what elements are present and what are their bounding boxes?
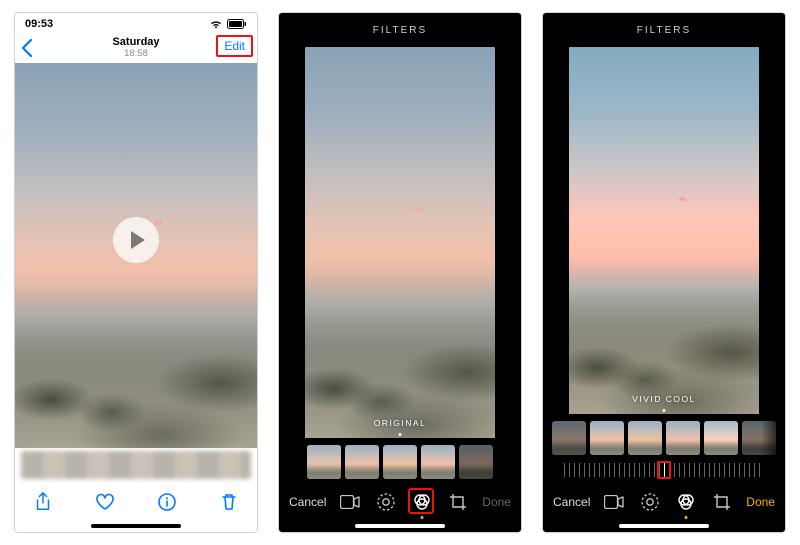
edit-photo-preview[interactable]: VIVID COOL bbox=[569, 47, 759, 414]
status-time: 09:53 bbox=[25, 18, 53, 30]
adjust-tool-icon[interactable] bbox=[639, 491, 661, 513]
filter-indicator-dot bbox=[663, 409, 666, 412]
bottom-toolbar bbox=[15, 482, 257, 522]
edit-header: FILTERS bbox=[543, 13, 785, 47]
edit-filters-vividcool-screen: FILTERS VIVID COOL Cancel bbox=[542, 12, 786, 533]
annotation-highlight bbox=[657, 461, 671, 479]
filter-thumb[interactable] bbox=[345, 445, 379, 479]
edit-filters-original-screen: FILTERS ORIGINAL Cancel bbox=[278, 12, 522, 533]
filters-tool-icon[interactable] bbox=[675, 491, 697, 513]
filter-indicator-dot bbox=[399, 433, 402, 436]
info-icon[interactable] bbox=[155, 490, 179, 514]
filter-thumb[interactable] bbox=[421, 445, 455, 479]
home-indicator[interactable] bbox=[15, 522, 257, 532]
filter-thumb[interactable] bbox=[628, 421, 662, 455]
filter-thumb-vivid-cool[interactable] bbox=[666, 421, 700, 455]
photos-viewer-screen: 09:53 Saturday 18:58 Edit CINEMATI bbox=[14, 12, 258, 533]
filter-thumb[interactable] bbox=[383, 445, 417, 479]
back-chevron-icon[interactable] bbox=[21, 39, 33, 57]
filter-thumb[interactable] bbox=[552, 421, 586, 455]
trash-icon[interactable] bbox=[217, 490, 241, 514]
current-filter-label: ORIGINAL bbox=[374, 418, 427, 428]
share-icon[interactable] bbox=[31, 490, 55, 514]
filter-thumb[interactable] bbox=[704, 421, 738, 455]
home-indicator[interactable] bbox=[279, 522, 521, 532]
home-indicator[interactable] bbox=[543, 522, 785, 532]
wifi-icon bbox=[209, 19, 223, 29]
nav-bar: Saturday 18:58 Edit bbox=[15, 33, 257, 63]
video-tool-icon[interactable] bbox=[339, 491, 361, 513]
status-bar: 09:53 bbox=[15, 13, 257, 33]
done-button[interactable]: Done bbox=[746, 495, 775, 509]
annotation-highlight bbox=[408, 488, 434, 514]
photo-preview[interactable] bbox=[15, 63, 257, 448]
play-icon[interactable] bbox=[113, 217, 159, 263]
filter-thumb-original[interactable] bbox=[307, 445, 341, 479]
video-tool-icon[interactable] bbox=[603, 491, 625, 513]
edit-header: FILTERS bbox=[279, 13, 521, 47]
filter-thumb[interactable] bbox=[590, 421, 624, 455]
edit-toolbar: Cancel Done bbox=[543, 482, 785, 522]
thumbnail-strip[interactable] bbox=[15, 448, 257, 482]
nav-day-label: Saturday bbox=[112, 36, 159, 48]
filter-intensity-slider[interactable] bbox=[543, 458, 785, 482]
nav-title: Saturday 18:58 bbox=[112, 36, 159, 60]
cancel-button[interactable]: Cancel bbox=[553, 495, 590, 509]
filter-thumb[interactable] bbox=[742, 421, 776, 455]
cancel-button[interactable]: Cancel bbox=[289, 495, 326, 509]
crop-tool-icon[interactable] bbox=[447, 491, 469, 513]
filter-thumb[interactable] bbox=[459, 445, 493, 479]
edit-photo-preview[interactable]: ORIGINAL bbox=[305, 47, 495, 438]
filter-thumbnails-row[interactable] bbox=[279, 442, 521, 482]
current-filter-label: VIVID COOL bbox=[632, 394, 696, 404]
done-button[interactable]: Done bbox=[482, 495, 511, 509]
battery-icon bbox=[227, 19, 247, 29]
edit-toolbar: Cancel Done bbox=[279, 482, 521, 522]
favorite-heart-icon[interactable] bbox=[93, 490, 117, 514]
adjust-tool-icon[interactable] bbox=[375, 491, 397, 513]
nav-time-label: 18:58 bbox=[112, 48, 159, 60]
filter-thumbnails-row[interactable] bbox=[543, 418, 785, 458]
crop-tool-icon[interactable] bbox=[711, 491, 733, 513]
edit-button[interactable]: Edit bbox=[216, 35, 253, 57]
